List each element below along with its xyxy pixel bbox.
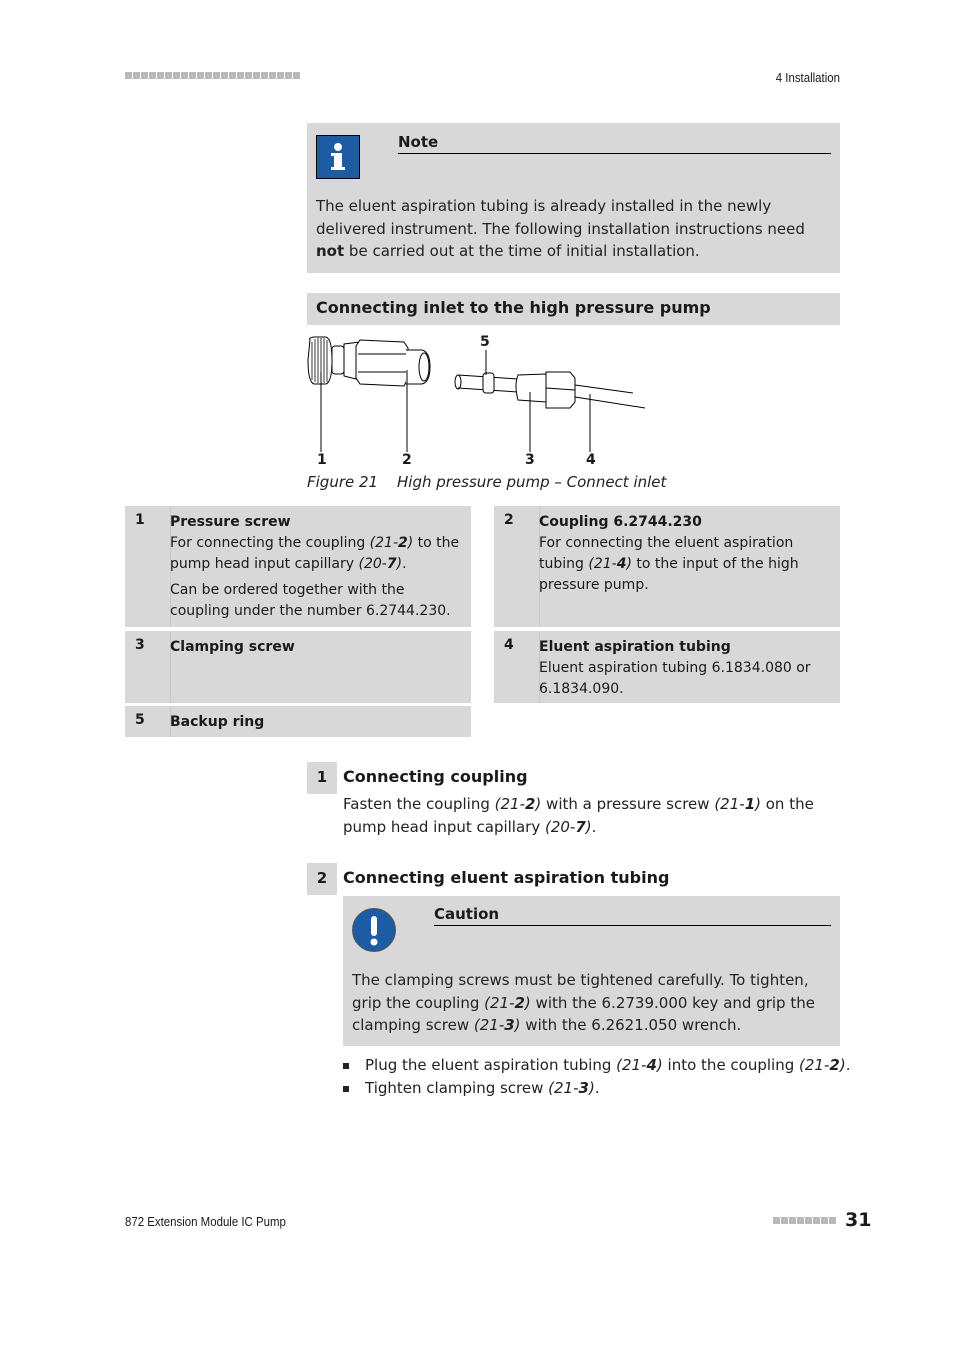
- legend-item: 2 Coupling 6.2744.230 For connecting the …: [494, 506, 840, 627]
- footer-marker: [773, 1217, 836, 1224]
- bullet-icon: [343, 1086, 349, 1092]
- callout-5: 5: [480, 334, 490, 350]
- tubing-assembly-drawing: [454, 371, 646, 409]
- header-marker: [125, 72, 300, 79]
- legend-item: 1 Pressure screw For connecting the coupl…: [125, 506, 471, 627]
- step-title: Connecting coupling: [343, 767, 528, 786]
- callout-4: 4: [586, 452, 596, 468]
- legend-item: 5 Backup ring: [125, 706, 471, 737]
- page-number: 31: [845, 1209, 872, 1231]
- step-number: 1: [307, 762, 337, 794]
- legend-item: 3 Clamping screw: [125, 631, 471, 703]
- section-heading: Connecting inlet to the high pressure pu…: [307, 293, 840, 325]
- step-title: Connecting eluent aspiration tubing: [343, 868, 670, 887]
- list-item: Plug the eluent aspiration tubing (21-4)…: [343, 1054, 850, 1077]
- chapter-title: 4 Installation: [775, 70, 840, 85]
- coupling-drawing: [343, 339, 431, 387]
- instruction-list: Plug the eluent aspiration tubing (21-4)…: [343, 1054, 850, 1100]
- figure-illustration: 1 2 3 4 5: [300, 330, 660, 475]
- exclamation-icon: [352, 908, 396, 952]
- note-text: The eluent aspiration tubing is already …: [316, 197, 805, 260]
- caution-title: Caution: [434, 905, 831, 926]
- figure-caption: Figure 21 High pressure pump – Connect in…: [307, 473, 667, 491]
- caution-box: Caution The clamping screws must be tigh…: [343, 896, 840, 1046]
- note-box: Note The eluent aspiration tubing is alr…: [307, 123, 840, 273]
- note-title: Note: [398, 133, 831, 154]
- step-text: Fasten the coupling (21-2) with a pressu…: [343, 795, 814, 836]
- callout-1: 1: [317, 452, 327, 468]
- callout-2: 2: [402, 452, 412, 468]
- list-item: Tighten clamping screw (21-3).: [343, 1077, 850, 1100]
- pressure-screw-drawing: [307, 336, 345, 385]
- footer-product: 872 Extension Module IC Pump: [125, 1214, 286, 1229]
- caution-text: The clamping screws must be tightened ca…: [352, 971, 815, 1034]
- step-number: 2: [307, 863, 337, 895]
- callout-3: 3: [525, 452, 535, 468]
- bullet-icon: [343, 1063, 349, 1069]
- info-icon: [316, 135, 360, 179]
- legend-item: 4 Eluent aspiration tubing Eluent aspirat…: [494, 631, 840, 703]
